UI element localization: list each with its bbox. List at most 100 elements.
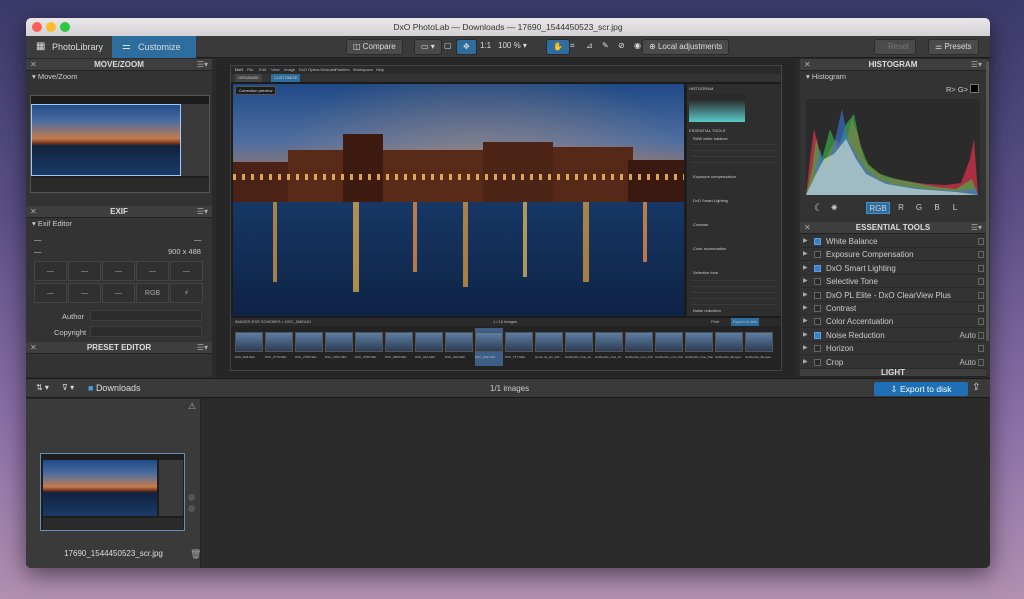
tool-row-horizon[interactable]: ▶ Horizon bbox=[800, 342, 986, 356]
expand-triangle-icon[interactable]: ▶ bbox=[803, 289, 808, 302]
expand-triangle-icon[interactable]: ▶ bbox=[803, 275, 808, 288]
tool-enable-checkbox[interactable] bbox=[814, 238, 821, 245]
filmstrip-thumbnail[interactable]: DSC_2785.NEF bbox=[355, 328, 383, 366]
navigator-viewport-rect[interactable] bbox=[31, 104, 181, 176]
close-icon[interactable]: ✕ bbox=[30, 59, 37, 71]
reset-button[interactable]: ◌ Reset bbox=[874, 39, 916, 55]
tab-photolibrary[interactable]: ▦ PhotoLibrary bbox=[26, 36, 112, 58]
close-icon[interactable]: ✕ bbox=[804, 222, 811, 234]
tool-enable-checkbox[interactable] bbox=[814, 345, 821, 353]
panel-menu-icon[interactable]: ☰▾ bbox=[197, 59, 208, 71]
tool-row-exposure-compensation[interactable]: ▶ Exposure Compensation bbox=[800, 248, 986, 262]
expand-triangle-icon[interactable]: ▶ bbox=[803, 329, 808, 342]
tool-row-dxo-smart-lighting[interactable]: ▶ DxO Smart Lighting bbox=[800, 262, 986, 275]
local-adjustments-button[interactable]: ⊕ Local adjustments bbox=[642, 39, 730, 55]
tool-enable-checkbox[interactable] bbox=[814, 331, 821, 339]
folder-breadcrumb[interactable]: ■ Downloads bbox=[88, 383, 140, 393]
sort-button[interactable]: ⇅ ▾ bbox=[30, 381, 55, 397]
crop-tool-button[interactable]: ⌗ bbox=[564, 39, 581, 55]
thumbnail-image[interactable] bbox=[40, 453, 185, 531]
tool-row-crop[interactable]: ▶ Crop Auto bbox=[800, 356, 986, 369]
channel-b-button[interactable]: B bbox=[930, 202, 944, 214]
expand-triangle-icon[interactable]: ▶ bbox=[803, 248, 808, 261]
expand-triangle-icon[interactable]: ▶ bbox=[803, 342, 808, 355]
tool-menu-icon[interactable] bbox=[978, 278, 984, 286]
filmstrip-thumbnail[interactable]: Gubbenbo_Luro_Pan... bbox=[655, 328, 683, 366]
channel-l-button[interactable]: L bbox=[948, 202, 962, 214]
channel-rgb-button[interactable]: RGB bbox=[866, 202, 890, 214]
expand-triangle-icon[interactable]: ▶ bbox=[803, 235, 808, 248]
filmstrip-thumbnail[interactable]: DSC_2780.NEF bbox=[295, 328, 323, 366]
filmstrip-thumbnail[interactable]: DSC_2781.NEF bbox=[325, 328, 353, 366]
navigator-preview[interactable] bbox=[30, 95, 210, 193]
tool-menu-icon[interactable] bbox=[978, 291, 984, 299]
panel-menu-icon[interactable]: ☰▾ bbox=[197, 206, 208, 218]
filmstrip-thumbnail[interactable]: Gubbenbo_Luro_Pan... bbox=[625, 328, 653, 366]
tool-row-noise-reduction[interactable]: ▶ Noise Reduction Auto bbox=[800, 329, 986, 342]
filmstrip-thumbnail[interactable]: Gubbenbo_Nuo_Gr... bbox=[565, 328, 593, 366]
filmstrip-thumbnail[interactable]: Heron sd_pm_Inkl... bbox=[535, 328, 563, 366]
zoom-dropdown[interactable]: 100 % ▾ bbox=[492, 39, 533, 55]
tool-enable-checkbox[interactable] bbox=[814, 264, 821, 272]
author-field[interactable] bbox=[90, 310, 202, 321]
filmstrip-thumbnail[interactable]: DSC_8A8.NEF bbox=[235, 328, 263, 366]
zoom-window-button[interactable] bbox=[60, 22, 70, 32]
tool-row-dxo-pl-elite-dxo-clearview-plus[interactable]: ▶ DxO PL Elite - DxO ClearView Plus bbox=[800, 289, 986, 302]
minimize-window-button[interactable] bbox=[46, 22, 56, 32]
filmstrip-thumbnail[interactable]: Gubbenbo_Bungen... bbox=[715, 328, 743, 366]
tool-enable-checkbox[interactable] bbox=[814, 305, 821, 312]
tab-customize[interactable]: ⚌ Customize bbox=[112, 36, 196, 58]
filmstrip-thumbnail[interactable]: Gubbenbo_Nuo_Pan... bbox=[685, 328, 713, 366]
tool-menu-icon[interactable] bbox=[978, 331, 984, 339]
tool-enable-checkbox[interactable] bbox=[814, 291, 821, 299]
expand-triangle-icon[interactable]: ▶ bbox=[803, 262, 808, 275]
tool-menu-icon[interactable] bbox=[978, 358, 984, 366]
filmstrip-thumbnail[interactable]: DSC_2779.NEF bbox=[265, 328, 293, 366]
share-icon[interactable]: ⇪ bbox=[972, 382, 980, 393]
tool-enable-checkbox[interactable] bbox=[814, 278, 821, 286]
right-panel-scrollbar[interactable] bbox=[986, 61, 989, 341]
copyright-field[interactable] bbox=[90, 326, 202, 337]
filter-button[interactable]: ⊽ ▾ bbox=[56, 381, 80, 397]
expand-triangle-icon[interactable]: ▶ bbox=[803, 302, 808, 315]
close-icon[interactable]: ✕ bbox=[804, 59, 811, 71]
filmstrip-thumbnail[interactable]: DSC_0AE.NEF bbox=[475, 328, 503, 366]
export-to-disk-button[interactable]: ⇩ Export to disk bbox=[874, 382, 968, 396]
filmstrip-thumbnail[interactable]: DSC_2808.NEF bbox=[385, 328, 413, 366]
thumbnail-cell[interactable]: ⚠ 17690_1544450523_scr.jpg 🗑 bbox=[26, 399, 201, 568]
panel-menu-icon[interactable]: ☰▾ bbox=[197, 342, 208, 354]
close-window-button[interactable] bbox=[32, 22, 42, 32]
tool-menu-icon[interactable] bbox=[978, 251, 984, 259]
tool-menu-icon[interactable] bbox=[978, 345, 984, 353]
channel-g-button[interactable]: G bbox=[912, 202, 926, 214]
expand-triangle-icon[interactable]: ▶ bbox=[803, 315, 808, 328]
moon-icon[interactable]: ☾ bbox=[814, 203, 823, 214]
compare-button[interactable]: ◫ Compare bbox=[346, 39, 403, 55]
fit-button[interactable]: ▢ bbox=[438, 39, 458, 55]
tool-menu-icon[interactable] bbox=[978, 264, 984, 272]
panel-menu-icon[interactable]: ☰▾ bbox=[971, 59, 982, 71]
presets-button[interactable]: ⚌ Presets bbox=[928, 39, 979, 55]
tool-enable-checkbox[interactable] bbox=[814, 251, 821, 259]
sun-icon[interactable]: ✷ bbox=[830, 203, 838, 214]
trash-icon[interactable]: 🗑 bbox=[190, 549, 201, 560]
tool-row-white-balance[interactable]: ▶ White Balance bbox=[800, 235, 986, 248]
tool-enable-checkbox[interactable] bbox=[814, 358, 821, 366]
tool-row-color-accentuation[interactable]: ▶ Color Accentuation bbox=[800, 315, 986, 329]
close-icon[interactable]: ✕ bbox=[30, 206, 37, 218]
filmstrip-thumbnail[interactable]: DSC_TT7.NEF bbox=[505, 328, 533, 366]
close-icon[interactable]: ✕ bbox=[30, 342, 37, 354]
tool-enable-checkbox[interactable] bbox=[814, 318, 821, 326]
expand-triangle-icon[interactable]: ▶ bbox=[803, 356, 808, 369]
filmstrip-thumbnail[interactable]: DSC_0A4.NEF bbox=[415, 328, 443, 366]
screenshot-image[interactable]: DxO File Edit View Image DxO Optics Modu… bbox=[230, 65, 782, 371]
tool-row-contrast[interactable]: ▶ Contrast bbox=[800, 302, 986, 315]
filmstrip-thumbnail[interactable]: DSC_0A5.NEF bbox=[445, 328, 473, 366]
channel-r-button[interactable]: R bbox=[894, 202, 908, 214]
filmstrip-thumbnail[interactable]: Gubbenbo_Nuo_Gr... bbox=[595, 328, 623, 366]
tool-menu-icon[interactable] bbox=[978, 305, 984, 312]
panel-menu-icon[interactable]: ☰▾ bbox=[971, 222, 982, 234]
tool-menu-icon[interactable] bbox=[978, 238, 984, 245]
tool-menu-icon[interactable] bbox=[978, 318, 984, 326]
filmstrip-thumbnail[interactable]: Gubbenbo_Bungen... bbox=[745, 328, 773, 366]
